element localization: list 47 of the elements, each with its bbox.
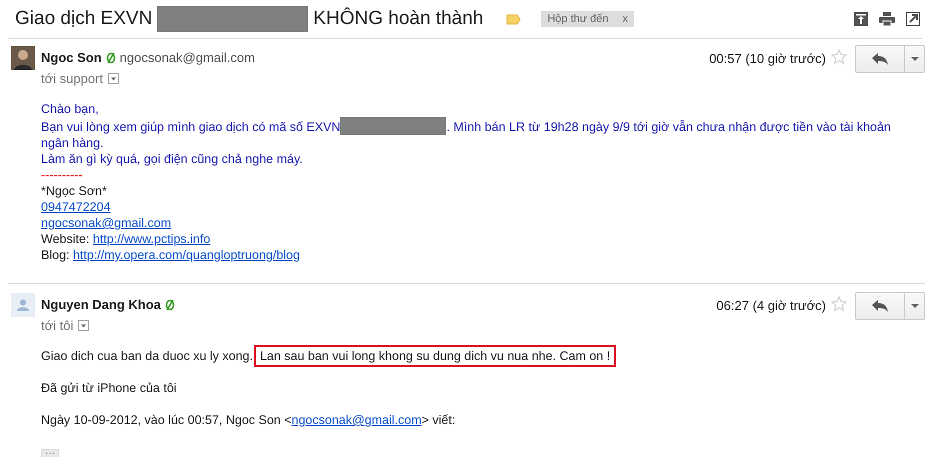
link[interactable]: ngocsonak@gmail.com bbox=[292, 413, 422, 427]
star-icon[interactable] bbox=[831, 49, 847, 65]
caret-icon bbox=[910, 57, 918, 61]
body-text: Đã gửi từ iPhone của tôi bbox=[41, 380, 177, 396]
body-text: Ngày 10-09-2012, vào lúc 00:57, Ngoc Son <ngocsonak@gmail.com> viết: bbox=[41, 412, 456, 428]
verified-icon bbox=[106, 52, 116, 64]
verified-icon bbox=[164, 298, 175, 310]
body-text: Blog: http://my.opera.com/quangloptruong/blog bbox=[41, 247, 300, 263]
details-dropdown-icon[interactable] bbox=[78, 320, 90, 331]
email-subject: Giao dịch EXVN bbox=[15, 8, 152, 30]
reply-icon bbox=[872, 300, 888, 312]
sender-email: ngocsonak@gmail.com bbox=[120, 50, 255, 65]
link[interactable]: http://my.opera.com/quangloptruong/blog bbox=[72, 248, 300, 262]
reply-button[interactable] bbox=[855, 45, 905, 73]
body-text: Website: http://www.pctips.info bbox=[41, 231, 210, 247]
expand-all-icon[interactable] bbox=[854, 12, 868, 26]
show-trimmed-button[interactable]: ··· bbox=[41, 449, 59, 457]
body-text: Giao dich cua ban da duoc xu ly xong. Lan sau ban vui long khong su dung dich vu nua nhe. Cam on ! bbox=[41, 348, 616, 364]
sender-name: Ngoc Son bbox=[41, 50, 102, 65]
body-text: Chào bạn, bbox=[41, 101, 99, 117]
label-chip: Hộp thư đến x bbox=[541, 11, 634, 27]
highlighted-text: Lan sau ban vui long khong su dung dich vu nua nhe. Cam on ! bbox=[254, 345, 616, 367]
email-subject: KHÔNG hoàn thành bbox=[313, 8, 484, 30]
message-time: 06:27 (4 giờ trước) bbox=[716, 298, 826, 313]
reply-icon bbox=[872, 53, 888, 65]
reply-button[interactable] bbox=[855, 292, 905, 320]
more-options-button[interactable] bbox=[905, 45, 925, 73]
remove-label-button[interactable]: x bbox=[622, 13, 628, 25]
print-icon[interactable] bbox=[879, 12, 895, 26]
new-window-icon[interactable] bbox=[906, 12, 920, 26]
avatar-icon bbox=[11, 46, 35, 70]
link[interactable]: http://www.pctips.info bbox=[92, 232, 210, 246]
link[interactable]: 0947472204 bbox=[41, 200, 111, 214]
body-text: Bạn vui lòng xem giúp mình giao dịch có mã số EXVN . Mình bán LR từ 19h28 ngày 9/9 tới giờ vẫn chưa nhận được tiền vào tài khoản ngân hàng. bbox=[41, 117, 921, 151]
message-time: 00:57 (10 giờ trước) bbox=[709, 51, 826, 66]
recipient-text: tới support bbox=[41, 71, 103, 86]
recipient-text: tới tôi bbox=[41, 318, 74, 333]
sender-name: Nguyen Dang Khoa bbox=[41, 297, 161, 312]
details-dropdown-icon[interactable] bbox=[108, 73, 119, 84]
caret-icon bbox=[910, 304, 918, 308]
more-options-button[interactable] bbox=[905, 292, 925, 320]
body-text: *Ngọc Sơn* bbox=[41, 183, 107, 199]
star-icon[interactable] bbox=[831, 296, 847, 312]
link[interactable]: ngocsonak@gmail.com bbox=[41, 216, 172, 230]
body-text: Làm ăn gì kỳ quá, gọi điện cũng chả nghe máy. bbox=[41, 151, 303, 167]
avatar-icon bbox=[11, 293, 35, 317]
signature-divider: ---------- bbox=[41, 167, 83, 183]
